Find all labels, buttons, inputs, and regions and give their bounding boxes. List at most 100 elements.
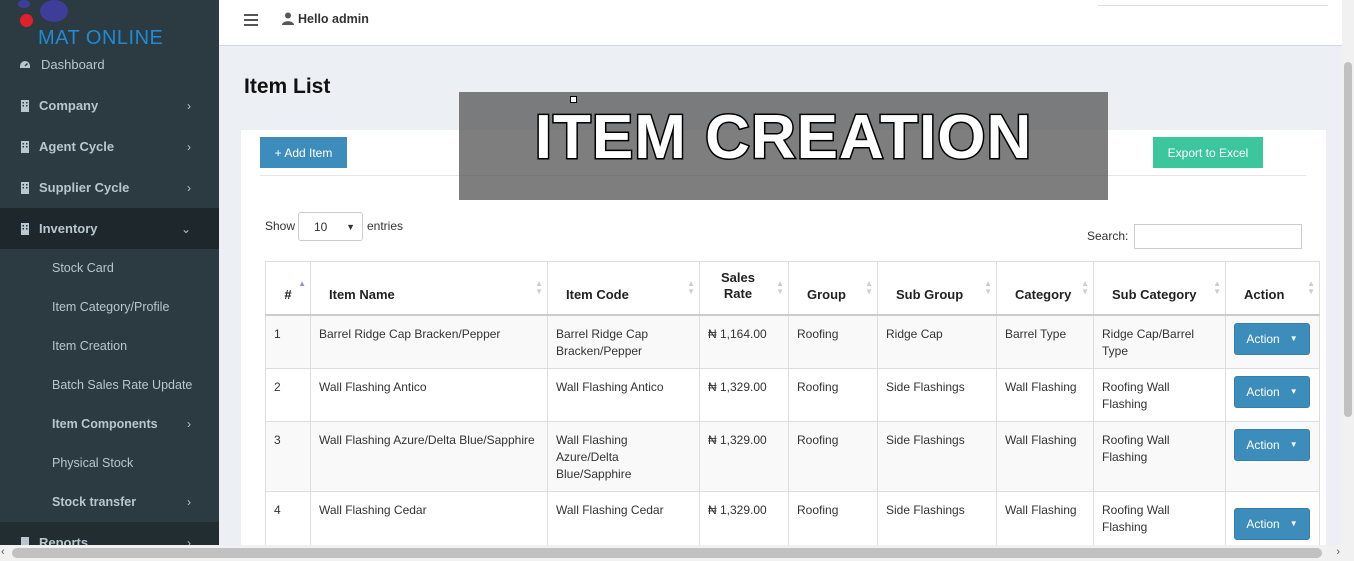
cell-action: Action ▼ [1225, 367, 1320, 422]
user-greeting[interactable]: Hello admin [298, 12, 369, 26]
sidebar-item-supplier-cycle[interactable]: Supplier Cycle › [0, 167, 219, 208]
sidebar-item-reports[interactable]: Reports › [0, 522, 219, 545]
col-header-label: # [284, 286, 292, 302]
cell-action: Action ▼ [1225, 314, 1320, 369]
col-header-label: Item Code [566, 286, 629, 302]
col-header-item-code[interactable]: Item Code ▲ ▼ [547, 261, 700, 316]
sidebar-subitem-label: Stock transfer [52, 494, 137, 509]
action-dropdown-button[interactable]: Action ▼ [1234, 322, 1310, 355]
col-header-number[interactable]: # ▲ [265, 261, 311, 316]
cell-item-code: Barrel Ridge Cap Bracken/Pepper [547, 314, 700, 369]
chevron-right-icon: › [187, 180, 191, 195]
horizontal-scrollbar[interactable]: ‹ › [0, 545, 1354, 561]
entries-select[interactable]: 10 ▼ [298, 212, 363, 241]
sidebar-item-label: Reports [39, 535, 89, 545]
export-excel-button[interactable]: Export to Excel [1153, 137, 1263, 168]
cell-action: Action ▼ [1225, 490, 1320, 549]
action-dropdown-button[interactable]: Action ▼ [1234, 375, 1310, 408]
sidebar-subitem-item-components[interactable]: Item Components › [0, 404, 219, 443]
table-row: 2 Wall Flashing Antico Wall Flashing Ant… [265, 367, 1320, 422]
action-dropdown-button[interactable]: Action ▼ [1234, 428, 1310, 461]
cell-item-name: Barrel Ridge Cap Bracken/Pepper [310, 314, 548, 369]
sidebar-subitem-label: Batch Sales Rate Update [52, 377, 193, 392]
building-icon [21, 99, 29, 112]
building-icon [21, 140, 29, 153]
page-title: Item List [244, 75, 331, 98]
col-header-action[interactable]: Action ▲ ▼ [1225, 261, 1320, 316]
sidebar-item-label: Agent Cycle [39, 139, 115, 154]
cell-sales-rate: ₦ 1,329.00 [699, 420, 789, 492]
sort-icon: ▲ ▼ [1307, 279, 1315, 296]
search-label: Search: [1087, 229, 1129, 243]
cell-sub-category: Roofing Wall Flashing [1093, 420, 1226, 492]
resize-handle[interactable] [570, 96, 577, 103]
sidebar-subitem-stock-card[interactable]: Stock Card [0, 248, 219, 287]
sidebar-item-company[interactable]: Company › [0, 85, 219, 126]
search-input[interactable] [1134, 224, 1302, 249]
sort-icon: ▲ ▼ [865, 279, 873, 296]
col-header-sub-category[interactable]: Sub Category ▲ ▼ [1093, 261, 1226, 316]
cell-sub-category: Ridge Cap/Barrel Type [1093, 314, 1226, 369]
sidebar-item-label: Inventory [39, 221, 98, 236]
cell-item-name: Wall Flashing Azure/Delta Blue/Sapphire [310, 420, 548, 492]
cell-category: Wall Flashing [996, 490, 1094, 549]
sidebar-item-agent-cycle[interactable]: Agent Cycle › [0, 126, 219, 167]
cell-sales-rate: ₦ 1,329.00 [699, 490, 789, 549]
col-header-sub-group[interactable]: Sub Group ▲ ▼ [877, 261, 997, 316]
col-header-label: Sub Group [896, 286, 964, 302]
chevron-right-icon: › [187, 416, 191, 431]
col-header-label: Action [1244, 286, 1285, 302]
add-item-button[interactable]: + Add Item [260, 137, 347, 168]
cell-sales-rate: ₦ 1,164.00 [699, 314, 789, 369]
col-header-label: Category [1015, 286, 1072, 302]
sidebar-subitem-batch-sales-rate[interactable]: Batch Sales Rate Update [0, 365, 219, 404]
entries-label: entries [367, 219, 404, 233]
col-header-label: Group [807, 286, 846, 302]
sidebar-subitem-item-creation[interactable]: Item Creation [0, 326, 219, 365]
scroll-left-icon[interactable]: ‹ [1, 546, 5, 558]
entries-value: 10 [314, 219, 328, 234]
col-header-label: Sales Rate [721, 269, 755, 301]
sidebar-item-dashboard[interactable]: Dashboard [0, 44, 219, 85]
caret-down-icon: ▼ [1289, 519, 1298, 528]
cell-item-code: Wall Flashing Azure/Delta Blue/Sapphire [547, 420, 700, 492]
table-row: 1 Barrel Ridge Cap Bracken/Pepper Barrel… [265, 314, 1320, 369]
action-button-label: Action [1246, 384, 1280, 399]
chevron-right-icon: › [187, 139, 191, 154]
sidebar-item-inventory[interactable]: Inventory ⌄ [0, 208, 219, 249]
cell-category: Wall Flashing [996, 420, 1094, 492]
sidebar-subitem-label: Stock Card [52, 260, 114, 275]
logo[interactable]: MAT ONLINE [0, 0, 219, 49]
cell-item-code: Wall Flashing Antico [547, 367, 700, 422]
sidebar: MAT ONLINE Dashboard Company › Agent Cyc… [0, 0, 219, 545]
building-icon [21, 222, 29, 235]
sidebar-subitem-item-category[interactable]: Item Category/Profile [0, 287, 219, 326]
cell-category: Barrel Type [996, 314, 1094, 369]
building-icon [21, 181, 29, 194]
cell-number: 1 [265, 314, 311, 369]
col-header-category[interactable]: Category ▲ ▼ [996, 261, 1094, 316]
cell-sub-group: Side Flashings [877, 490, 997, 549]
chevron-down-icon: ⌄ [180, 221, 191, 236]
logo-mark [18, 0, 30, 8]
cell-item-name: Wall Flashing Antico [310, 367, 548, 422]
cell-sub-category: Roofing Wall Flashing [1093, 490, 1226, 549]
caret-down-icon: ▼ [1289, 440, 1298, 449]
cell-sub-category: Roofing Wall Flashing [1093, 367, 1226, 422]
sidebar-subitem-physical-stock[interactable]: Physical Stock [0, 443, 219, 482]
vertical-scrollbar[interactable] [1342, 0, 1354, 545]
action-dropdown-button[interactable]: Action ▼ [1234, 507, 1310, 540]
action-button-label: Action [1246, 437, 1280, 452]
sidebar-subitem-label: Item Components [52, 416, 158, 431]
menu-toggle-icon[interactable] [244, 14, 258, 26]
scroll-right-icon[interactable]: › [1336, 546, 1340, 558]
cell-number: 2 [265, 367, 311, 422]
overlay-banner: ITEM CREATION [459, 92, 1108, 200]
col-header-group[interactable]: Group ▲ ▼ [788, 261, 878, 316]
col-header-sales-rate[interactable]: Sales Rate ▲ ▼ [699, 261, 789, 316]
scrollbar-thumb[interactable] [1344, 62, 1352, 417]
caret-down-icon: ▼ [346, 222, 355, 232]
sidebar-subitem-stock-transfer[interactable]: Stock transfer › [0, 482, 219, 521]
scrollbar-thumb[interactable] [12, 548, 1322, 558]
col-header-item-name[interactable]: Item Name ▲ ▼ [310, 261, 548, 316]
